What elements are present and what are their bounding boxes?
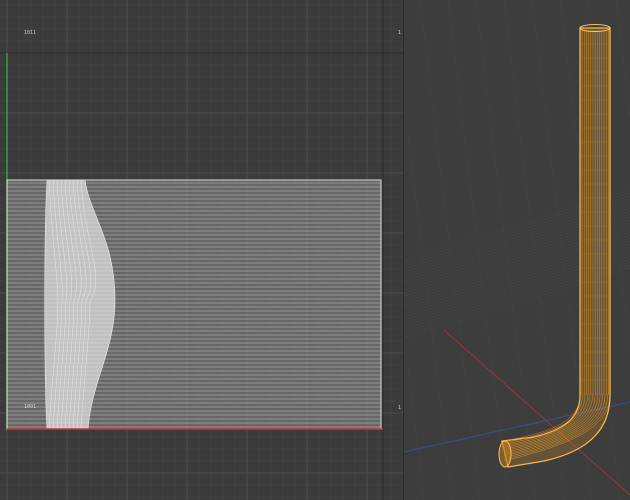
blender-window: 1011 1 1001 1 <box>0 0 630 500</box>
floor-grid-line <box>447 0 509 500</box>
uv-tile-label-top: 1011 <box>24 30 37 36</box>
pipe-mesh-object[interactable] <box>498 24 611 468</box>
uv-side-mark-bottom: 1 <box>398 405 402 411</box>
uv-island[interactable] <box>6 179 382 430</box>
uv-grid-canvas[interactable] <box>0 0 403 500</box>
3d-viewport-canvas[interactable] <box>404 0 630 500</box>
floor-grid-line <box>404 97 453 500</box>
floor-grid-line <box>404 331 425 500</box>
uv-tile-label-bottom: 1001 <box>24 404 37 410</box>
pipe-end-cap <box>498 440 512 468</box>
uv-side-mark-top: 1 <box>398 30 402 36</box>
floor-grid-line <box>419 0 481 500</box>
uv-editor-viewport[interactable]: 1011 1 1001 1 <box>0 0 403 500</box>
pipe-outline <box>501 27 611 468</box>
3d-viewport[interactable] <box>404 0 630 500</box>
